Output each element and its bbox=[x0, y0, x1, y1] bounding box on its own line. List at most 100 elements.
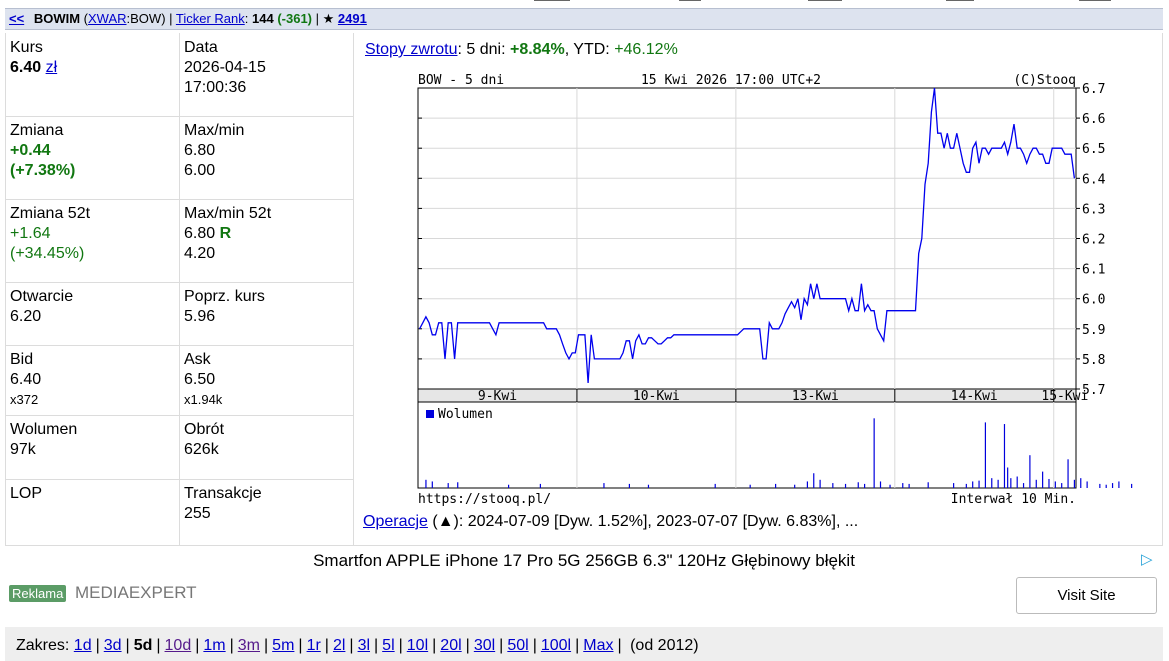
wolumen-cell: Wolumen 97k bbox=[6, 415, 77, 460]
range-separator: | bbox=[229, 637, 234, 654]
exchange-code: :BOW bbox=[126, 11, 162, 26]
data-cell: Data 2026-04-15 17:00:36 bbox=[179, 33, 266, 98]
operations-link[interactable]: Operacje bbox=[363, 513, 428, 530]
y-tick-label: 6.6 bbox=[1082, 112, 1105, 127]
returns-ytd-label: , YTD: bbox=[564, 41, 615, 58]
y-tick-label: 6.1 bbox=[1082, 263, 1105, 278]
x-tick-label: 13-Kwi bbox=[792, 389, 839, 404]
operations-text: (▲): 2024-07-09 [Dyw. 1.52%], 2023-07-07… bbox=[427, 513, 859, 530]
range-separator: | bbox=[575, 637, 580, 654]
ad-badge: Reklama bbox=[9, 585, 67, 602]
zmiana-value: +0.44 bbox=[10, 142, 51, 159]
range-1r[interactable]: 1r bbox=[307, 637, 321, 654]
range-5d: 5d bbox=[133, 637, 153, 654]
ticker-rank-value: 144 bbox=[252, 11, 274, 26]
price-chart[interactable]: 6.76.66.56.46.36.26.16.05.95.85.7 9-Kwi 1… bbox=[413, 67, 1133, 507]
ad-title[interactable]: Smartfon APPLE iPhone 17 Pro 5G 256GB 6.… bbox=[5, 551, 1163, 571]
currency-link[interactable]: zł bbox=[46, 59, 58, 76]
maxmin52-label: Max/min 52t bbox=[184, 205, 272, 222]
y-tick-label: 6.0 bbox=[1082, 293, 1105, 308]
returns-5d-value: +8.84% bbox=[509, 41, 565, 58]
range-3m[interactable]: 3m bbox=[238, 637, 260, 654]
chart-footer-left: https://stooq.pl/ bbox=[418, 492, 551, 507]
ask-value: 6.50 bbox=[184, 371, 216, 388]
range-20l[interactable]: 20l bbox=[440, 637, 461, 654]
obrot-value: 626k bbox=[184, 441, 219, 458]
max-value: 6.80 bbox=[184, 142, 216, 159]
range-1d[interactable]: 1d bbox=[74, 637, 92, 654]
returns-line: Stopy zwrotu: 5 dni: +8.84%, YTD: +46.12… bbox=[365, 41, 678, 59]
record-flag: R bbox=[219, 225, 232, 242]
volume-plot-frame bbox=[417, 401, 1077, 489]
obrot-cell: Obrót 626k bbox=[179, 415, 224, 460]
range-suffix: (od 2012) bbox=[630, 637, 699, 654]
wolumen-label: Wolumen bbox=[10, 421, 78, 438]
range-50l[interactable]: 50l bbox=[507, 637, 528, 654]
transakcje-cell: Transakcje 255 bbox=[179, 479, 262, 524]
ask-label: Ask bbox=[184, 351, 211, 368]
range-10l[interactable]: 10l bbox=[407, 637, 428, 654]
transakcje-label: Transakcje bbox=[184, 485, 262, 502]
min52-value: 4.20 bbox=[184, 245, 216, 262]
chart-footer-right: Interwał 10 Min. bbox=[951, 492, 1076, 507]
max52-value: 6.80 bbox=[184, 225, 216, 242]
range-1m[interactable]: 1m bbox=[203, 637, 225, 654]
chart-title-center: 15 Kwi 2026 17:00 UTC+2 bbox=[641, 73, 821, 88]
range-3l[interactable]: 3l bbox=[358, 637, 370, 654]
star-icon: ★ bbox=[322, 11, 335, 26]
range-10d[interactable]: 10d bbox=[165, 637, 192, 654]
operations-line: Operacje (▲): 2024-07-09 [Dyw. 1.52%], 2… bbox=[363, 513, 858, 531]
otwarcie-value: 6.20 bbox=[10, 308, 42, 325]
ticker-rank-link[interactable]: Ticker Rank bbox=[176, 11, 245, 26]
range-separator: | bbox=[156, 637, 161, 654]
bid-cell: Bid 6.40 x372 bbox=[6, 345, 41, 410]
min-value: 6.00 bbox=[184, 162, 216, 179]
returns-link[interactable]: Stopy zwrotu bbox=[365, 41, 457, 58]
chart-title-left: BOW - 5 dni bbox=[418, 73, 504, 88]
adchoices-icon[interactable]: ▷ bbox=[1141, 550, 1153, 568]
range-separator: | bbox=[95, 637, 100, 654]
visit-site-button[interactable]: Visit Site bbox=[1016, 577, 1157, 614]
y-tick-label: 5.8 bbox=[1082, 353, 1105, 368]
range-2l[interactable]: 2l bbox=[333, 637, 345, 654]
y-tick-label: 6.4 bbox=[1082, 172, 1106, 187]
range-3d[interactable]: 3d bbox=[104, 637, 122, 654]
chart-title-right: (C)Stooq bbox=[1013, 73, 1076, 88]
range-separator: | bbox=[499, 637, 504, 654]
zmiana-pct: (+7.38%) bbox=[10, 162, 76, 179]
data-date: 2026-04-15 bbox=[184, 59, 266, 76]
y-tick-label: 6.7 bbox=[1082, 82, 1105, 97]
back-link[interactable]: << bbox=[9, 11, 24, 26]
range-separator: | bbox=[324, 637, 329, 654]
quote-header: << BOWIM (XWAR:BOW) | Ticker Rank: 144 (… bbox=[5, 8, 1163, 30]
ad-banner[interactable]: Smartfon APPLE iPhone 17 Pro 5G 256GB 6.… bbox=[5, 545, 1163, 625]
volume-legend-swatch bbox=[426, 410, 434, 418]
star-count-link[interactable]: 2491 bbox=[338, 11, 367, 26]
ticker-rank-change: (-361) bbox=[277, 11, 313, 26]
range-30l[interactable]: 30l bbox=[474, 637, 495, 654]
quote-table: Kurs 6.40 zł Data 2026-04-15 17:00:36 Zm… bbox=[5, 33, 354, 545]
range-100l[interactable]: 100l bbox=[541, 637, 571, 654]
range-separator: | bbox=[617, 637, 622, 654]
range-separator: | bbox=[374, 637, 379, 654]
wolumen-value: 97k bbox=[10, 441, 36, 458]
range-label: Zakres: bbox=[16, 637, 70, 654]
range-5l[interactable]: 5l bbox=[382, 637, 394, 654]
range-5m[interactable]: 5m bbox=[272, 637, 294, 654]
range-Max[interactable]: Max bbox=[583, 637, 613, 654]
y-tick-label: 6.2 bbox=[1082, 233, 1105, 248]
y-tick-label: 6.5 bbox=[1082, 142, 1105, 157]
exchange-link[interactable]: XWAR bbox=[88, 11, 127, 26]
range-separator: | bbox=[264, 637, 269, 654]
x-tick-label: 10-Kwi bbox=[633, 389, 680, 404]
zmiana-label: Zmiana bbox=[10, 122, 64, 139]
data-time: 17:00:36 bbox=[184, 79, 247, 96]
symbol-name: BOWIM bbox=[33, 11, 81, 26]
bid-value: 6.40 bbox=[10, 371, 42, 388]
ask-cell: Ask 6.50 x1.94k bbox=[179, 345, 222, 410]
range-separator: | bbox=[349, 637, 354, 654]
obrot-label: Obrót bbox=[184, 421, 225, 438]
returns-5d-label: : 5 dni: bbox=[457, 41, 510, 58]
lop-label: LOP bbox=[10, 485, 43, 502]
kurs-value: 6.40 bbox=[10, 59, 42, 76]
